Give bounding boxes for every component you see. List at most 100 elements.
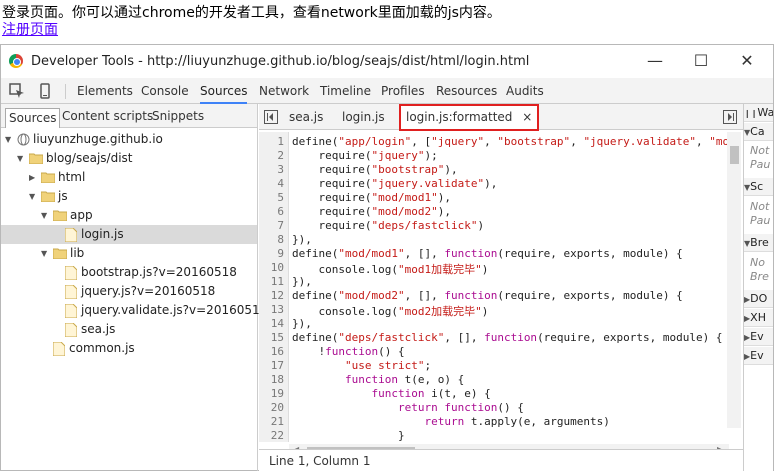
- vertical-scrollbar[interactable]: [727, 132, 741, 428]
- navigator-panel: Sources Content scripts Snippets ▼ liuyu…: [1, 104, 267, 471]
- tree-item-folder[interactable]: ▶ html: [1, 168, 257, 187]
- tab-timeline[interactable]: Timeline: [320, 78, 371, 104]
- tree-label: liuyunzhuge.github.io: [33, 132, 163, 146]
- js-file-icon: [65, 304, 77, 318]
- tree-label: blog/seajs/dist: [46, 151, 133, 165]
- device-mode-icon[interactable]: [37, 83, 53, 99]
- code-line: require("jquery");: [292, 149, 438, 162]
- register-page-link[interactable]: 注册页面: [2, 19, 58, 39]
- code-line: define("mod/mod1", [], function(require,…: [292, 247, 683, 260]
- code-line: function t(e, o) {: [344, 373, 465, 386]
- devtools-toolbar: Elements Console Sources Network Timelin…: [1, 78, 773, 104]
- tab-network[interactable]: Network: [259, 78, 309, 104]
- editor-tab-login-js[interactable]: login.js: [342, 104, 385, 130]
- tree-item-file[interactable]: jquery.validate.js?v=20160518: [1, 301, 267, 320]
- subtab-content-scripts[interactable]: Content scripts: [62, 107, 153, 127]
- line-number: 3: [277, 163, 284, 176]
- line-number: 16: [270, 345, 284, 358]
- line-number: 1: [277, 135, 284, 148]
- line-number: 10: [270, 261, 284, 274]
- tree-item-folder[interactable]: ▼ app: [1, 206, 257, 225]
- pane-event-listener-breakpoints[interactable]: ▶Ev: [744, 328, 773, 346]
- tree-item-file[interactable]: sea.js: [1, 320, 257, 339]
- scroll-thumb[interactable]: [730, 146, 739, 164]
- code-line: }),: [292, 317, 312, 330]
- code-line: }: [292, 429, 405, 442]
- tree-item-file[interactable]: jquery.js?v=20160518: [1, 282, 257, 301]
- code-line: function i(t, e) {: [371, 387, 491, 400]
- subtab-snippets[interactable]: Snippets: [152, 107, 204, 127]
- tree-label: jquery.js?v=20160518: [81, 284, 216, 298]
- line-number: 20: [270, 401, 284, 414]
- tree-label: jquery.validate.js?v=20160518: [81, 303, 268, 317]
- pane-note: Not Pau: [750, 144, 771, 171]
- chrome-logo-icon: [9, 54, 23, 68]
- code-editor[interactable]: 1 2 3 4 5 6 7 8 9 10 11 12 13 14 15 16 1…: [259, 132, 743, 442]
- tree-label: lib: [70, 246, 85, 260]
- line-number: 21: [270, 415, 284, 428]
- folder-icon: [41, 172, 55, 183]
- pane-label: Wa: [757, 106, 773, 119]
- devtools-window: Developer Tools - http://liuyunzhuge.git…: [0, 44, 774, 471]
- expand-arrow-icon: ▼: [5, 135, 12, 144]
- tab-console[interactable]: Console: [141, 78, 189, 104]
- toggle-navigator-icon[interactable]: [264, 110, 278, 124]
- tree-item-file[interactable]: bootstrap.js?v=20160518: [1, 263, 257, 282]
- tree-item-folder[interactable]: ▼ js: [1, 187, 257, 206]
- editor-tabs: sea.js login.js login.js:formatted ×: [259, 104, 743, 131]
- tree-label: app: [70, 208, 93, 222]
- tab-elements[interactable]: Elements: [77, 78, 133, 104]
- tab-profiles[interactable]: Profiles: [381, 78, 425, 104]
- tree-item-folder[interactable]: ▼ blog/seajs/dist: [1, 149, 257, 168]
- code-line: return function() {: [397, 401, 524, 414]
- debugger-sidebar: ❙❙Wa ▼Ca Not Pau ▼Sc Not Pau ▼Bre No Bre…: [743, 104, 773, 471]
- folder-icon: [41, 191, 55, 202]
- code-line: define("app/login", ["jquery", "bootstra…: [292, 135, 730, 148]
- pane-xhr-breakpoints[interactable]: ▶XH: [744, 309, 773, 327]
- code-line: console.log("mod2加载完毕"): [292, 305, 489, 318]
- pane-label: Ev: [750, 349, 764, 362]
- expand-arrow-icon: ▼: [41, 249, 48, 258]
- tree-item-folder[interactable]: ▼ lib: [1, 244, 257, 263]
- line-number: 4: [277, 177, 284, 190]
- tree-item-file-selected[interactable]: login.js: [1, 225, 257, 244]
- code-line: return t.apply(e, arguments): [424, 415, 610, 428]
- pane-dom-breakpoints[interactable]: ▶DO: [744, 290, 773, 308]
- line-number: 12: [270, 289, 284, 302]
- maximize-button[interactable]: ☐: [681, 49, 721, 73]
- js-file-icon: [65, 266, 77, 280]
- pane-label: Bre: [750, 236, 769, 249]
- tree-item-file[interactable]: common.js: [1, 339, 257, 358]
- code-line: require("mod/mod2"),: [292, 205, 451, 218]
- js-file-icon: [65, 228, 77, 242]
- subtab-sources[interactable]: Sources: [5, 108, 61, 128]
- line-number: 9: [277, 247, 284, 260]
- code-line: require("jquery.validate"),: [292, 177, 498, 190]
- editor-tab-sea-js[interactable]: sea.js: [289, 104, 323, 130]
- navigator-tabs: Sources Content scripts Snippets: [1, 104, 257, 128]
- close-tab-icon[interactable]: ×: [522, 110, 532, 124]
- toggle-debugger-icon[interactable]: [723, 110, 737, 124]
- inspect-element-icon[interactable]: [9, 83, 25, 99]
- tab-audits[interactable]: Audits: [506, 78, 544, 104]
- pane-watch[interactable]: ❙❙Wa: [744, 104, 773, 122]
- pane-call-stack[interactable]: ▼Ca: [744, 123, 773, 141]
- pane-label: Ca: [750, 125, 765, 138]
- pane-scope[interactable]: ▼Sc: [744, 178, 773, 196]
- editor-tab-login-js-formatted[interactable]: login.js:formatted ×: [399, 104, 540, 131]
- pane-breakpoints[interactable]: ▼Bre: [744, 234, 773, 252]
- folder-icon: [53, 248, 67, 259]
- code-line: define("deps/fastclick", [], function(re…: [292, 331, 723, 344]
- line-number: 14: [270, 317, 284, 330]
- code-line: require("mod/mod1"),: [292, 191, 451, 204]
- tree-item-domain[interactable]: ▼ liuyunzhuge.github.io: [1, 130, 257, 149]
- line-number-gutter: 1 2 3 4 5 6 7 8 9 10 11 12 13 14 15 16 1…: [259, 132, 289, 442]
- code-line: }),: [292, 275, 312, 288]
- minimize-button[interactable]: —: [635, 49, 675, 73]
- pane-note: Not Pau: [750, 200, 771, 227]
- tab-resources[interactable]: Resources: [436, 78, 497, 104]
- tab-sources[interactable]: Sources: [200, 78, 248, 104]
- pane-event-listeners[interactable]: ▶Ev: [744, 347, 773, 365]
- close-button[interactable]: ✕: [727, 49, 767, 73]
- code-line: define("mod/mod2", [], function(require,…: [292, 289, 683, 302]
